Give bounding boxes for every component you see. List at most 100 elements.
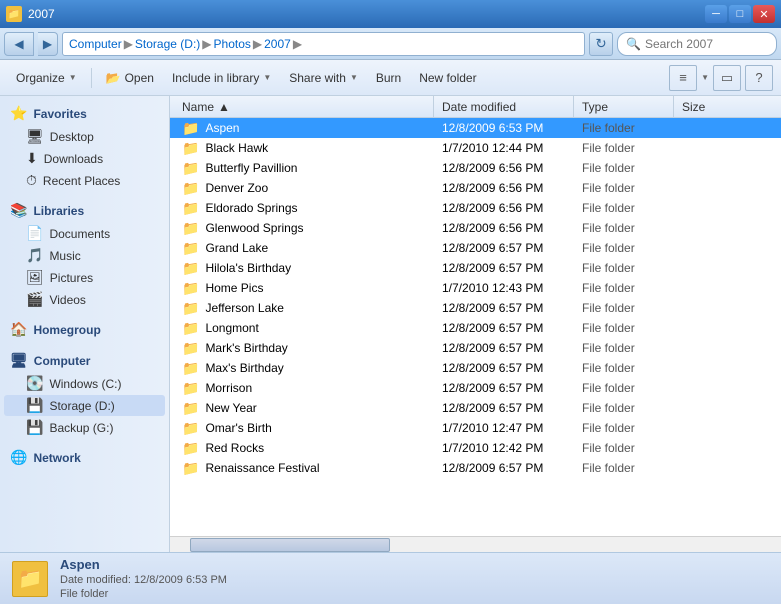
table-row[interactable]: 📁 Butterfly Pavillion 12/8/2009 6:56 PM … [170,158,781,178]
share-with-button[interactable]: Share with ▼ [281,64,366,92]
col-header-name[interactable]: Name ▲ [174,96,434,117]
col-header-size[interactable]: Size [674,96,734,117]
window-title: 2007 [28,7,55,21]
back-button[interactable]: ◀ [4,32,34,56]
forward-button[interactable]: ▶ [38,32,58,56]
file-date: 12/8/2009 6:56 PM [434,221,574,235]
maximize-button[interactable]: □ [729,5,751,23]
folder-icon: 📁 [182,420,199,437]
file-date: 12/8/2009 6:56 PM [434,161,574,175]
file-type: File folder [574,161,674,175]
file-type: File folder [574,341,674,355]
homegroup-header[interactable]: 🏠 Homegroup [0,318,169,341]
close-button[interactable]: ✕ [753,5,775,23]
burn-button[interactable]: Burn [368,64,409,92]
sidebar-item-pictures[interactable]: 🖼 Pictures [4,267,165,288]
file-list[interactable]: 📁 Aspen 12/8/2009 6:53 PM File folder 📁 … [170,118,781,536]
folder-icon: 📁 [182,360,199,377]
sidebar-item-desktop[interactable]: 🖥 Desktop [4,126,165,147]
minimize-button[interactable]: ─ [705,5,727,23]
file-type: File folder [574,241,674,255]
recent-places-icon: ⏱ [26,172,37,189]
table-row[interactable]: 📁 Omar's Birth 1/7/2010 12:47 PM File fo… [170,418,781,438]
table-row[interactable]: 📁 Home Pics 1/7/2010 12:43 PM File folde… [170,278,781,298]
table-row[interactable]: 📁 Grand Lake 12/8/2009 6:57 PM File fold… [170,238,781,258]
sidebar-item-windows-c[interactable]: 💽 Windows (C:) [4,373,165,394]
music-icon: 🎵 [26,247,43,264]
toolbar-right: ≡ ▼ ▭ ? [669,65,773,91]
table-row[interactable]: 📁 Aspen 12/8/2009 6:53 PM File folder [170,118,781,138]
table-row[interactable]: 📁 Morrison 12/8/2009 6:57 PM File folder [170,378,781,398]
table-row[interactable]: 📁 Max's Birthday 12/8/2009 6:57 PM File … [170,358,781,378]
view-list-button[interactable]: ≡ [669,65,697,91]
table-row[interactable]: 📁 Glenwood Springs 12/8/2009 6:56 PM Fil… [170,218,781,238]
file-date: 12/8/2009 6:56 PM [434,201,574,215]
table-row[interactable]: 📁 Hilola's Birthday 12/8/2009 6:57 PM Fi… [170,258,781,278]
documents-icon: 📄 [26,225,43,242]
breadcrumb-photos[interactable]: Photos [214,37,251,51]
libraries-section: 📚 Libraries 📄 Documents 🎵 Music 🖼 Pictur… [0,199,169,310]
file-name: Red Rocks [205,441,264,455]
new-folder-button[interactable]: New folder [411,64,484,92]
table-row[interactable]: 📁 Denver Zoo 12/8/2009 6:56 PM File fold… [170,178,781,198]
sidebar-item-recent-places[interactable]: ⏱ Recent Places [4,170,165,191]
search-box[interactable]: 🔍 [617,32,777,56]
breadcrumb-storage[interactable]: Storage (D:) [135,37,200,51]
sidebar: ⭐ Favorites 🖥 Desktop ⬇ Downloads ⏱ Rece… [0,96,170,552]
table-row[interactable]: 📁 Eldorado Springs 12/8/2009 6:56 PM Fil… [170,198,781,218]
table-row[interactable]: 📁 Mark's Birthday 12/8/2009 6:57 PM File… [170,338,781,358]
file-type: File folder [574,301,674,315]
title-bar: 📁 2007 ─ □ ✕ [0,0,781,28]
window-controls: ─ □ ✕ [705,5,775,23]
folder-icon: 📁 [182,240,199,257]
open-button[interactable]: 📂 Open [98,64,162,92]
search-input[interactable] [645,37,768,51]
open-icon: 📂 [106,71,121,85]
organize-button[interactable]: Organize ▼ [8,64,85,92]
file-date: 12/8/2009 6:57 PM [434,261,574,275]
table-row[interactable]: 📁 Black Hawk 1/7/2010 12:44 PM File fold… [170,138,781,158]
table-row[interactable]: 📁 Red Rocks 1/7/2010 12:42 PM File folde… [170,438,781,458]
file-name: Mark's Birthday [205,341,287,355]
file-date: 1/7/2010 12:42 PM [434,441,574,455]
help-button[interactable]: ? [745,65,773,91]
file-date: 1/7/2010 12:43 PM [434,281,574,295]
horizontal-scrollbar[interactable] [170,536,781,552]
organize-dropdown-arrow: ▼ [69,73,77,82]
sidebar-item-videos[interactable]: 🎬 Videos [4,289,165,310]
file-date: 12/8/2009 6:57 PM [434,301,574,315]
sidebar-item-backup-g[interactable]: 💾 Backup (G:) [4,417,165,438]
table-row[interactable]: 📁 Jefferson Lake 12/8/2009 6:57 PM File … [170,298,781,318]
windows-c-icon: 💽 [26,375,43,392]
sidebar-item-music[interactable]: 🎵 Music [4,245,165,266]
preview-pane-button[interactable]: ▭ [713,65,741,91]
sidebar-item-storage-d[interactable]: 💾 Storage (D:) [4,395,165,416]
status-text: Aspen Date modified: 12/8/2009 6:53 PM F… [60,557,227,600]
breadcrumb-2007[interactable]: 2007 [264,37,291,51]
h-scroll-thumb[interactable] [190,538,390,552]
file-name: Glenwood Springs [205,221,303,235]
col-header-type[interactable]: Type [574,96,674,117]
breadcrumb-bar[interactable]: Computer ▶ Storage (D:) ▶ Photos ▶ 2007 … [62,32,585,56]
sidebar-item-documents[interactable]: 📄 Documents [4,223,165,244]
table-row[interactable]: 📁 Renaissance Festival 12/8/2009 6:57 PM… [170,458,781,478]
table-row[interactable]: 📁 Longmont 12/8/2009 6:57 PM File folder [170,318,781,338]
folder-icon: 📁 [182,400,199,417]
file-type: File folder [574,441,674,455]
refresh-button[interactable]: ↻ [589,32,613,56]
file-date: 1/7/2010 12:47 PM [434,421,574,435]
file-name: Home Pics [205,281,263,295]
file-date: 12/8/2009 6:57 PM [434,321,574,335]
app-icon: 📁 [6,6,22,22]
favorites-header[interactable]: ⭐ Favorites [0,102,169,125]
libraries-header[interactable]: 📚 Libraries [0,199,169,222]
network-header[interactable]: 🌐 Network [0,446,169,469]
computer-header[interactable]: 🖥 Computer [0,349,169,372]
sidebar-item-downloads[interactable]: ⬇ Downloads [4,148,165,169]
col-header-date[interactable]: Date modified [434,96,574,117]
storage-d-icon: 💾 [26,397,43,414]
file-date: 1/7/2010 12:44 PM [434,141,574,155]
table-row[interactable]: 📁 New Year 12/8/2009 6:57 PM File folder [170,398,781,418]
breadcrumb-computer[interactable]: Computer [69,37,122,51]
include-library-button[interactable]: Include in library ▼ [164,64,279,92]
